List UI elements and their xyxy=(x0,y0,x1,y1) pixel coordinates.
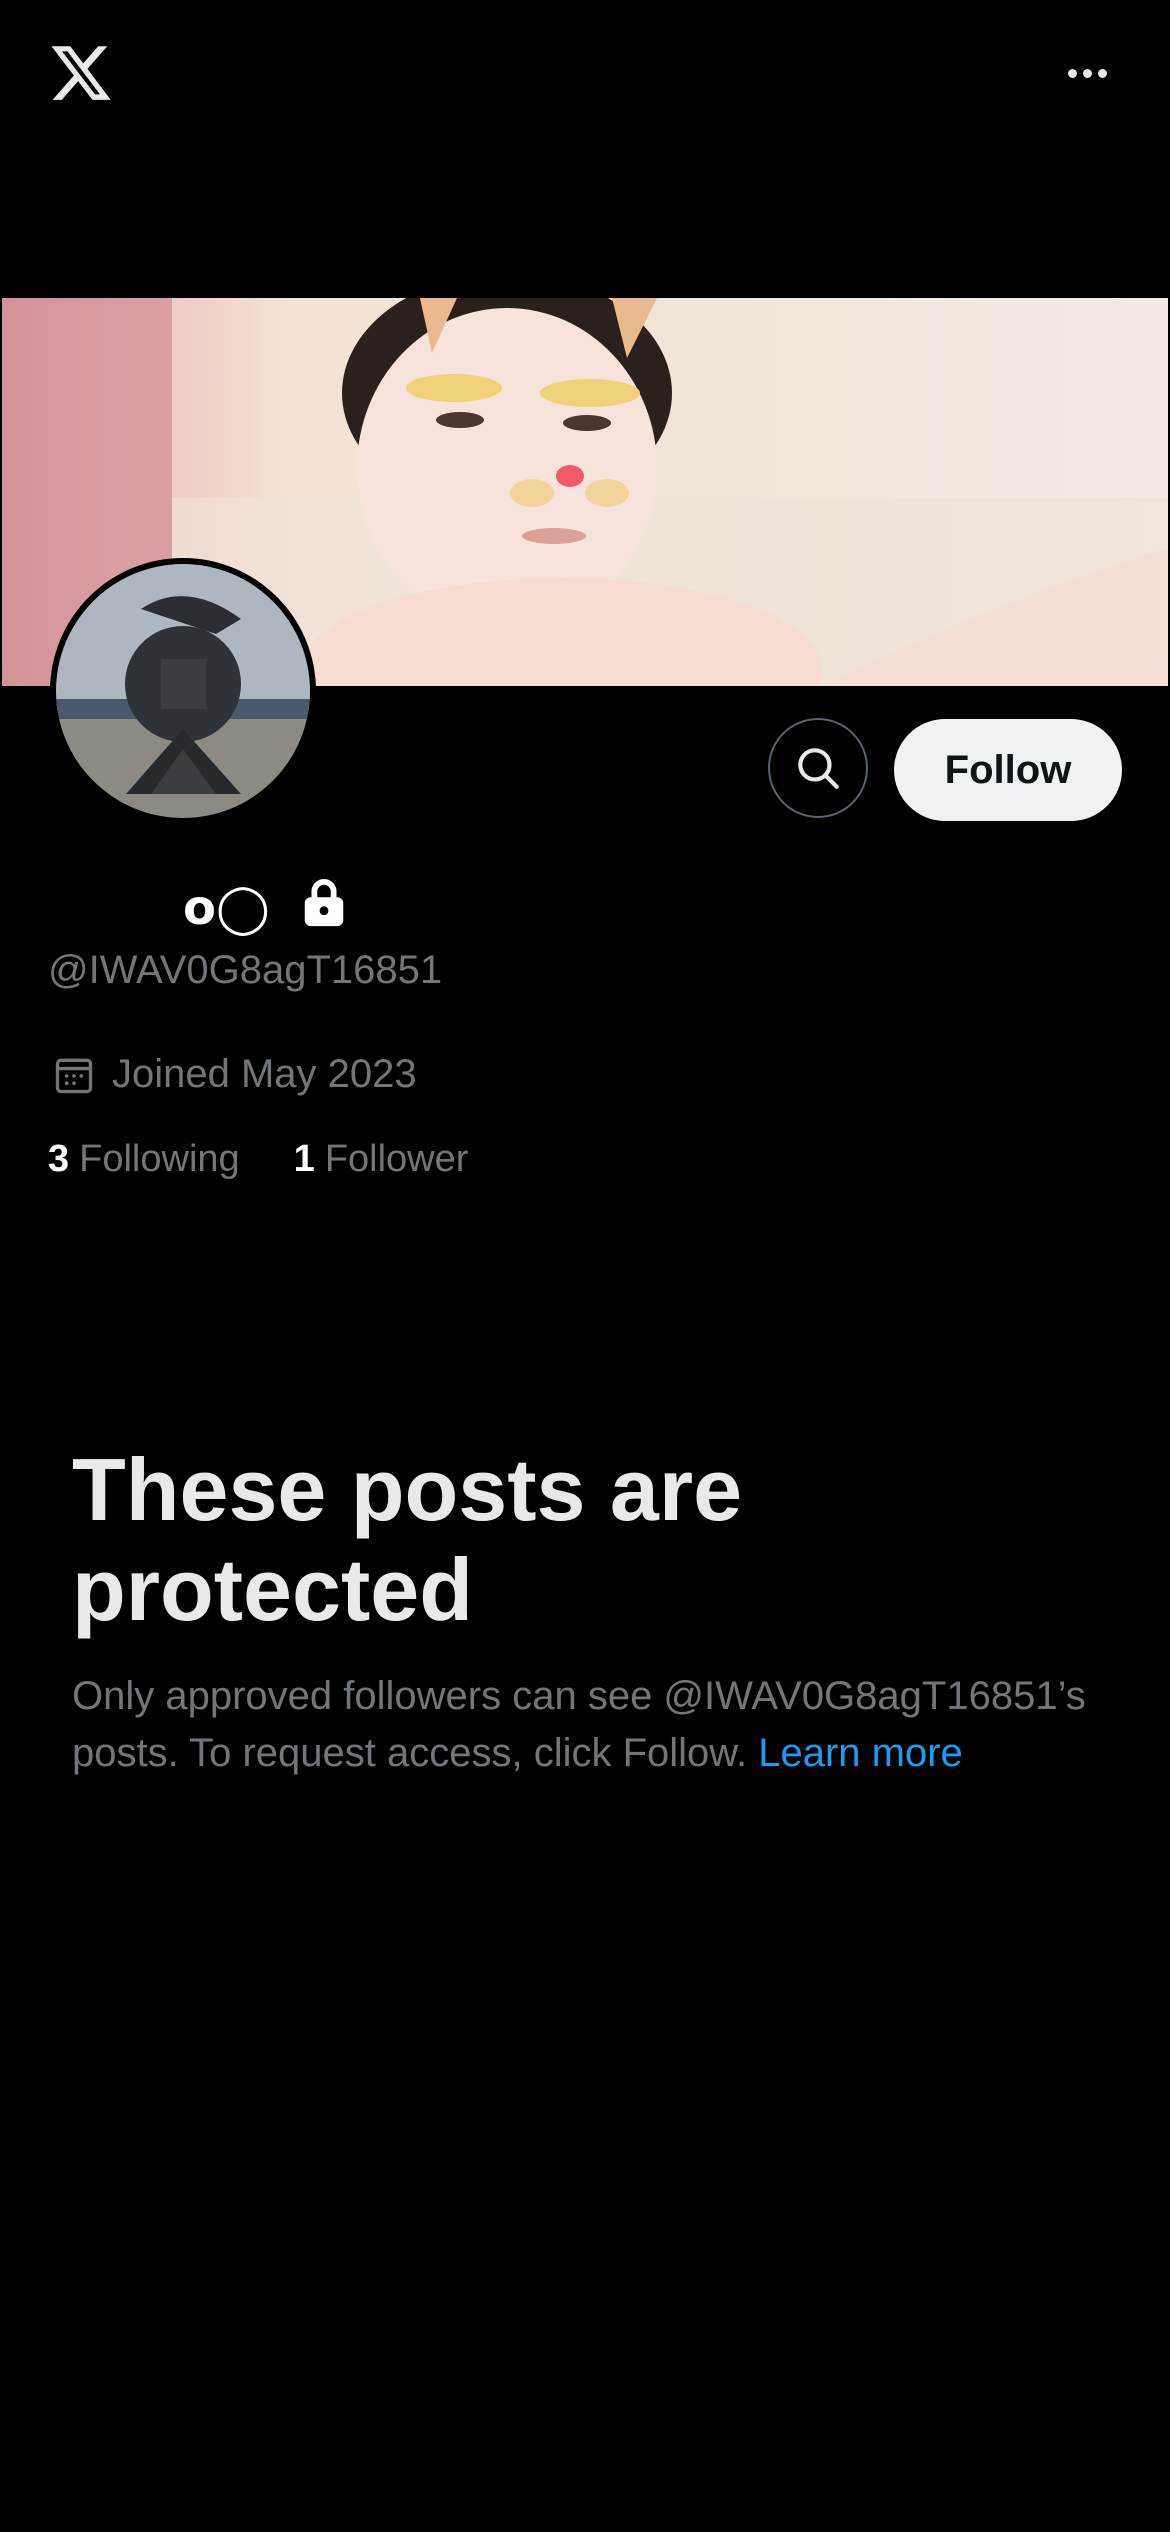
x-logo-icon[interactable] xyxy=(48,40,114,106)
followers-link[interactable]: 1 Follower xyxy=(294,1138,469,1181)
follow-stats: 3 Following 1 Follower xyxy=(48,1138,522,1181)
followers-label: Follower xyxy=(324,1138,469,1180)
more-dot xyxy=(1097,68,1107,78)
followers-count: 1 xyxy=(293,1138,315,1180)
more-dot xyxy=(1082,68,1092,78)
protected-description: Only approved followers can see @IWAV0G8… xyxy=(72,1668,1112,1782)
following-label: Following xyxy=(79,1138,240,1180)
protected-title: These posts are protected xyxy=(72,1440,743,1639)
calendar-icon xyxy=(55,1058,93,1093)
search-profile-button[interactable] xyxy=(768,718,868,818)
avatar-photo xyxy=(56,564,310,818)
follow-button[interactable]: Follow xyxy=(894,719,1122,821)
joined-date: Joined May 2023 xyxy=(52,1052,417,1097)
more-horizontal-icon xyxy=(1067,68,1077,78)
search-icon xyxy=(798,748,839,789)
profile-handle: @IWAV0G8agT16851 xyxy=(48,948,443,992)
following-link[interactable]: 3 Following xyxy=(48,1138,240,1181)
joined-text: Joined May 2023 xyxy=(112,1052,417,1096)
lock-icon xyxy=(304,878,344,927)
more-options-button[interactable] xyxy=(1055,58,1119,88)
display-name: o◯ xyxy=(183,880,270,936)
following-count: 3 xyxy=(48,1138,70,1180)
learn-more-link[interactable]: Learn more xyxy=(758,1731,963,1775)
top-bar xyxy=(0,0,1170,150)
avatar[interactable] xyxy=(50,558,316,824)
